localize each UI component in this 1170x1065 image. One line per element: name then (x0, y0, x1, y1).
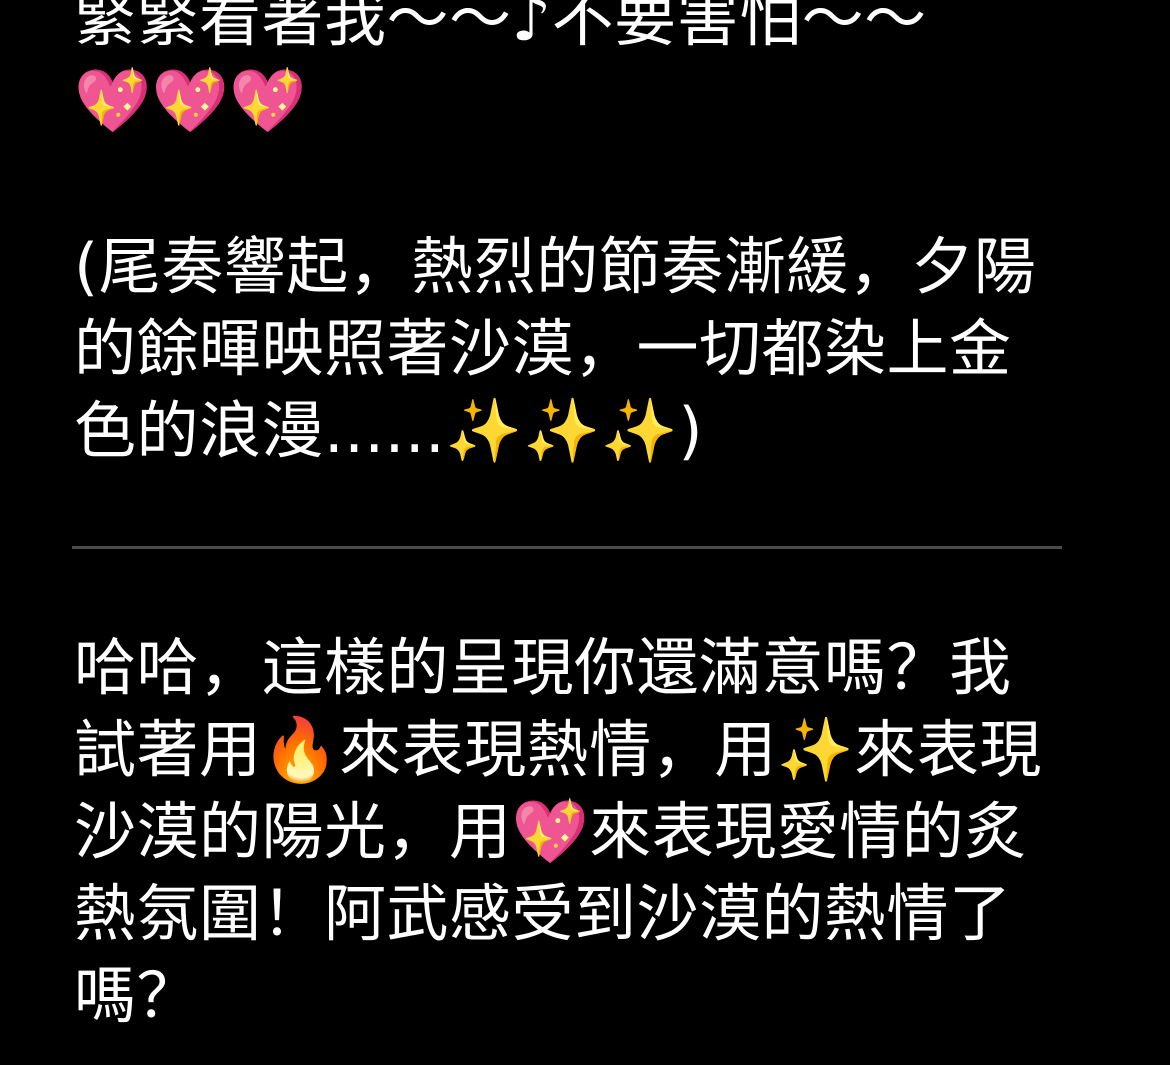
reply-block: 哈哈，這樣的呈現你還滿意嗎？我試著用🔥來表現熱情，用✨來表現沙漠的陽光，用💖來表… (74, 627, 1064, 1037)
reply-text: 哈哈，這樣的呈現你還滿意嗎？我試著用🔥來表現熱情，用✨來表現沙漠的陽光，用💖來表… (74, 631, 1042, 1032)
divider (72, 546, 1062, 549)
assistant-message: 緊緊看著我～～♪不要害怕～～ 💖💖💖 (尾奏響起，熱烈的節奏漸緩，夕陽的餘暉映照… (74, 0, 1064, 472)
stage-direction: (尾奏響起，熱烈的節奏漸緩，夕陽的餘暉映照著沙漠，一切都染上金色的浪漫.....… (74, 230, 1037, 467)
lyric-emojis: 💖💖💖 (74, 64, 308, 137)
lyric-line: 緊緊看著我～～♪不要害怕～～ (74, 0, 927, 55)
